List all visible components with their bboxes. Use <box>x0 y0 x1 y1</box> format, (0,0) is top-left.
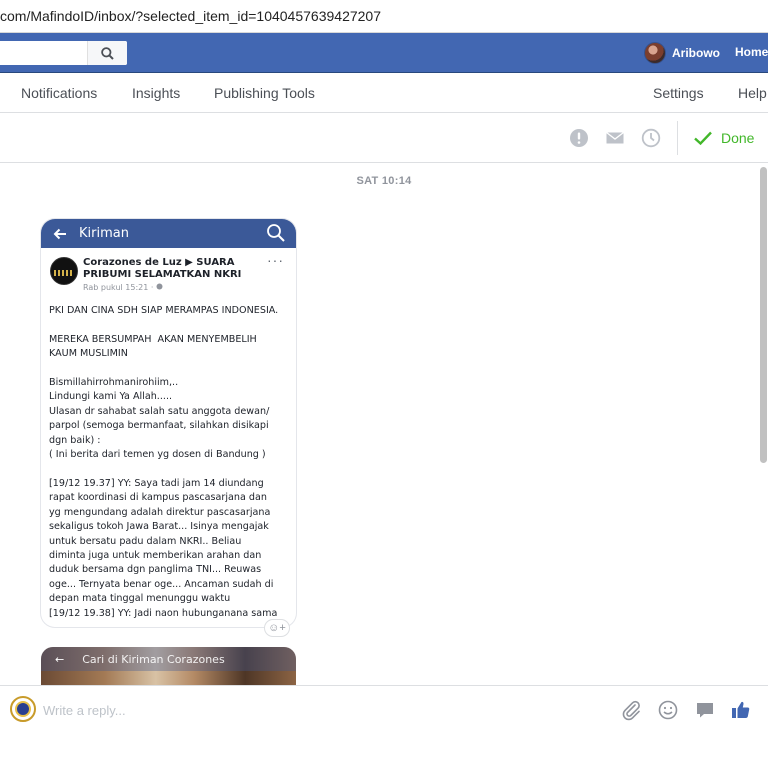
shared-post: Corazones de Luz ▶ SUARA PRIBUMI SELAMAT… <box>41 248 296 627</box>
message-timestamp: SAT 10:14 <box>356 175 412 187</box>
conversation-scrollbar[interactable] <box>759 163 768 685</box>
checkmark-icon <box>694 131 712 146</box>
page-tabs: Notifications Insights Publishing Tools … <box>0 74 768 113</box>
attachment-icon[interactable] <box>620 699 642 721</box>
reply-input[interactable] <box>43 700 603 720</box>
tab-insights[interactable]: Insights <box>132 85 180 101</box>
more-icon: ··· <box>267 252 284 268</box>
home-link[interactable]: Home <box>735 45 768 59</box>
post-author: Corazones de Luz ▶ SUARA PRIBUMI SELAMAT… <box>83 257 242 280</box>
search-box[interactable] <box>0 41 127 65</box>
reply-composer <box>0 685 768 732</box>
mail-icon[interactable] <box>605 128 625 148</box>
facebook-top-bar: Aribowo Home <box>0 33 768 73</box>
emoji-icon[interactable] <box>657 699 679 721</box>
tab-settings[interactable]: Settings <box>653 85 704 101</box>
tab-publishing-tools[interactable]: Publishing Tools <box>214 85 315 101</box>
post-meta: Rab pukul 15:21 · <box>83 283 288 292</box>
done-button[interactable]: Done <box>693 127 754 149</box>
avatar <box>644 42 666 64</box>
clock-icon[interactable] <box>641 128 661 148</box>
back-arrow-icon: ← <box>55 652 65 666</box>
conversation-thread[interactable]: SAT 10:14 Kiriman Corazones de Luz ▶ SUA… <box>0 163 768 685</box>
profile-link[interactable]: Aribowo <box>644 42 720 64</box>
tab-help[interactable]: Help <box>738 85 767 101</box>
tab-notifications[interactable]: Notifications <box>21 85 97 101</box>
inbox-toolbar: Done <box>0 113 768 163</box>
back-arrow-icon <box>53 228 66 239</box>
screenshot-header: Kiriman <box>41 219 296 248</box>
url-text: com/MafindoID/inbox/?selected_item_id=10… <box>0 8 381 24</box>
post-text: PKI DAN CINA SDH SIAP MERAMPAS INDONESIA… <box>49 305 279 619</box>
search-icon <box>101 46 114 60</box>
search-icon <box>267 224 285 242</box>
search-button[interactable] <box>87 41 127 65</box>
emoji-react-icon[interactable]: ☺+ <box>264 619 290 637</box>
sticker-icon[interactable] <box>694 699 716 721</box>
thumbs-up-icon[interactable] <box>730 699 752 721</box>
user-name: Aribowo <box>672 46 720 60</box>
page-avatar <box>10 696 36 722</box>
globe-icon <box>156 283 163 290</box>
attached-screenshot-2[interactable]: ← Cari di Kiriman Corazones <box>41 647 296 685</box>
scrollbar-thumb[interactable] <box>760 167 767 463</box>
screenshot-2-header: ← Cari di Kiriman Corazones <box>41 647 296 671</box>
avatar <box>50 257 78 285</box>
done-label: Done <box>721 130 755 146</box>
screenshot-2-search: Cari di Kiriman Corazones <box>82 652 225 666</box>
toolbar-divider <box>677 121 678 155</box>
browser-url-bar[interactable]: com/MafindoID/inbox/?selected_item_id=10… <box>0 0 768 33</box>
report-icon[interactable] <box>569 128 589 148</box>
screenshot-title: Kiriman <box>79 226 129 241</box>
bottom-area <box>0 732 768 763</box>
attached-screenshot[interactable]: Kiriman Corazones de Luz ▶ SUARA PRIBUMI… <box>41 219 296 627</box>
